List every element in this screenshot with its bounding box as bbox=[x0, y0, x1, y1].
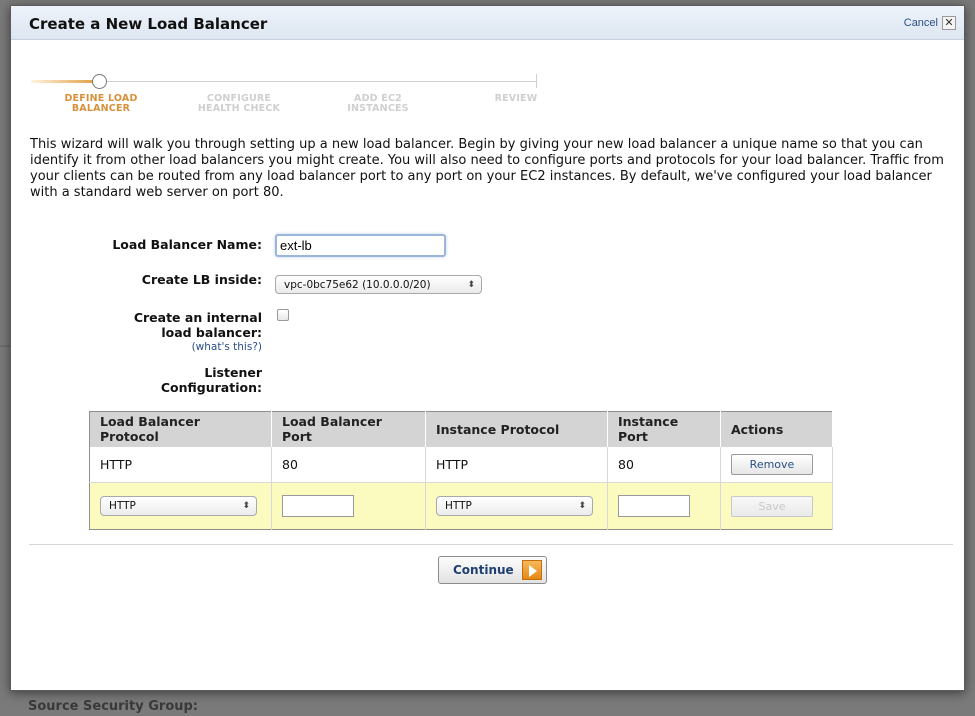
wizard-intro-text: This wizard will walk you through settin… bbox=[30, 137, 944, 200]
continue-button-label: Continue bbox=[453, 563, 514, 577]
cancel-link[interactable]: Cancel bbox=[904, 17, 938, 29]
listener-table: Load Balancer Protocol Load Balancer Por… bbox=[89, 411, 833, 530]
wizard-progress: DEFINE LOAD BALANCER CONFIGURE HEALTH CH… bbox=[31, 74, 541, 124]
wizard-track-end bbox=[536, 74, 537, 88]
wizard-track-progress bbox=[31, 80, 93, 83]
select-arrows-icon: ⬍ bbox=[242, 501, 250, 511]
background-panel-edge bbox=[0, 345, 10, 347]
column-header-instance-protocol: Instance Protocol bbox=[425, 411, 608, 447]
cell-new-actions: Save bbox=[720, 482, 833, 530]
column-header-instance-port: Instance Port bbox=[607, 411, 721, 447]
vpc-select[interactable]: vpc-0bc75e62 (10.0.0.0/20) ⬍ bbox=[275, 275, 482, 294]
create-load-balancer-dialog: Create a New Load Balancer Cancel ✕ DEFI… bbox=[10, 5, 965, 691]
instance-port-input[interactable] bbox=[618, 495, 690, 517]
table-row: HTTP 80 HTTP 80 Remove bbox=[89, 446, 833, 483]
internal-label-line1: Create an internal bbox=[133, 310, 262, 325]
current-step-marker-icon bbox=[92, 74, 107, 89]
create-lb-inside-label: Create LB inside: bbox=[141, 272, 262, 287]
step-label-line2: INSTANCES bbox=[347, 103, 409, 114]
background-source-security-group-label: Source Security Group: bbox=[28, 699, 199, 714]
whats-this-link[interactable]: (what's this?) bbox=[134, 340, 262, 355]
instance-protocol-select-value: HTTP bbox=[445, 500, 472, 512]
cell-actions: Remove bbox=[720, 446, 833, 483]
step-add-ec2-instances: ADD EC2 INSTANCES bbox=[338, 94, 418, 114]
internal-load-balancer-checkbox[interactable] bbox=[277, 309, 289, 321]
new-listener-row: HTTP ⬍ HTTP ⬍ Save bbox=[89, 482, 833, 530]
listener-table-header: Load Balancer Protocol Load Balancer Por… bbox=[89, 411, 833, 447]
lb-protocol-select[interactable]: HTTP ⬍ bbox=[100, 496, 257, 516]
select-arrows-icon: ⬍ bbox=[467, 280, 475, 290]
cell-instance-port: 80 bbox=[607, 446, 721, 483]
step-review: REVIEW bbox=[486, 94, 546, 104]
cell-lb-port: 80 bbox=[271, 446, 426, 483]
step-configure-health-check: CONFIGURE HEALTH CHECK bbox=[189, 94, 289, 114]
cell-instance-protocol: HTTP bbox=[425, 446, 608, 483]
remove-button[interactable]: Remove bbox=[731, 453, 813, 475]
column-header-lb-protocol: Load Balancer Protocol bbox=[89, 411, 272, 447]
cell-new-instance-port bbox=[607, 482, 721, 530]
load-balancer-name-input[interactable] bbox=[275, 234, 446, 257]
internal-label-line2: load balancer: bbox=[161, 325, 262, 340]
continue-button[interactable]: Continue bbox=[438, 556, 547, 584]
select-arrows-icon: ⬍ bbox=[578, 501, 586, 511]
lb-protocol-select-value: HTTP bbox=[109, 500, 136, 512]
cell-new-instance-protocol: HTTP ⬍ bbox=[425, 482, 608, 530]
save-button[interactable]: Save bbox=[731, 495, 813, 517]
dialog-title: Create a New Load Balancer bbox=[29, 15, 268, 33]
close-icon[interactable]: ✕ bbox=[942, 16, 956, 30]
dialog-header: Create a New Load Balancer Cancel ✕ bbox=[11, 6, 964, 40]
internal-load-balancer-label: Create an internal load balancer: (what'… bbox=[134, 310, 262, 355]
cell-new-lb-protocol: HTTP ⬍ bbox=[89, 482, 272, 530]
footer-divider bbox=[29, 544, 953, 545]
load-balancer-name-label: Load Balancer Name: bbox=[112, 237, 262, 252]
column-header-lb-port: Load Balancer Port bbox=[271, 411, 426, 447]
listener-label-line2: Configuration: bbox=[160, 380, 262, 395]
step-label-line1: REVIEW bbox=[494, 93, 538, 104]
step-define-load-balancer: DEFINE LOAD BALANCER bbox=[59, 94, 143, 114]
instance-protocol-select[interactable]: HTTP ⬍ bbox=[436, 496, 593, 516]
lb-port-input[interactable] bbox=[282, 495, 354, 517]
cell-lb-protocol: HTTP bbox=[89, 446, 272, 483]
listener-label-line1: Listener bbox=[204, 365, 262, 380]
column-header-actions: Actions bbox=[720, 411, 833, 447]
cell-new-lb-port bbox=[271, 482, 426, 530]
arrow-right-icon bbox=[522, 560, 542, 580]
listener-configuration-label: Listener Configuration: bbox=[161, 365, 262, 395]
step-label-line2: BALANCER bbox=[71, 103, 131, 114]
vpc-select-value: vpc-0bc75e62 (10.0.0.0/20) bbox=[284, 279, 431, 291]
step-label-line2: HEALTH CHECK bbox=[197, 103, 281, 114]
